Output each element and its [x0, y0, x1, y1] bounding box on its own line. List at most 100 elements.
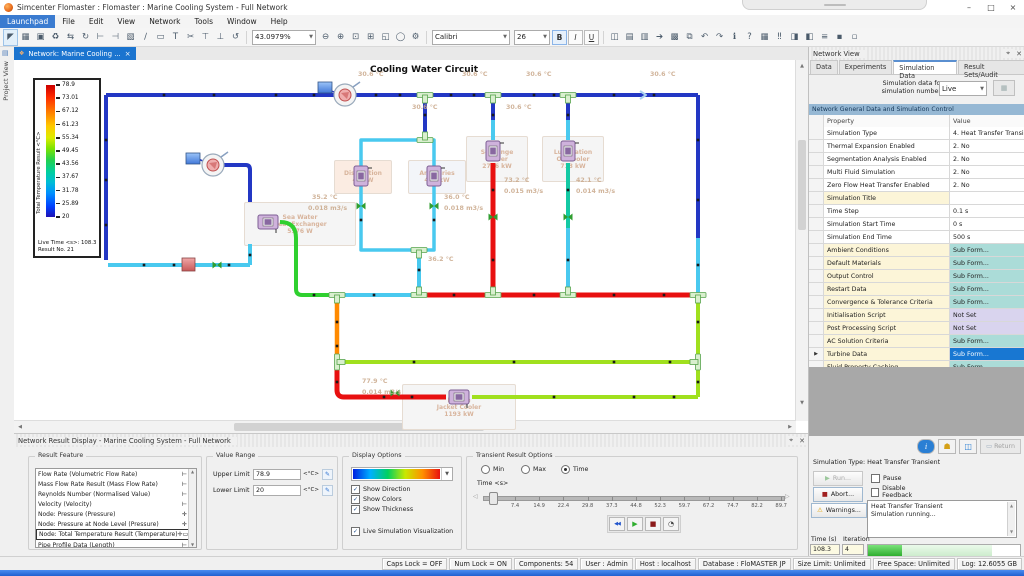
property-cell[interactable]: Simulation Type [824, 127, 950, 139]
tab-close-icon[interactable]: × [125, 50, 131, 58]
simulation-feedback-box[interactable]: Heat Transfer Transient Simulation runni… [867, 500, 1017, 538]
pin-icon[interactable]: ⌖ [786, 436, 796, 445]
menu-item[interactable]: File [55, 15, 82, 28]
time-slider-track[interactable] [483, 496, 785, 501]
pipe-network-diagram[interactable] [14, 60, 796, 421]
property-row[interactable]: Ambient Conditions Sub Form... [809, 244, 1024, 257]
feedback-scrollbar[interactable]: ▲▼ [1007, 502, 1015, 536]
network-canvas[interactable]: Cooling Water Circuit Dissipation44 kW A… [14, 60, 808, 433]
menu-item[interactable]: Edit [82, 15, 111, 28]
value-cell[interactable]: 2. No [950, 140, 1024, 152]
result-feature-item[interactable]: Reynolds Number (Normalised Value) ⊢ [36, 489, 196, 499]
property-row[interactable]: AC Solution Criteria Sub Form... [809, 335, 1024, 348]
value-cell[interactable]: 2. No [950, 179, 1024, 191]
menu-item[interactable]: Network [142, 15, 187, 28]
property-row[interactable]: Simulation Title [809, 192, 1024, 205]
value-cell[interactable] [950, 192, 1024, 204]
save-results-button[interactable]: ◫ [959, 439, 977, 454]
simulation-number-combo[interactable]: Live▼ [939, 81, 987, 96]
list-scrollbar[interactable]: ▲▼ [188, 469, 196, 547]
value-cell[interactable]: Not Set [950, 322, 1024, 334]
iteration-value-field[interactable]: 4 [842, 544, 864, 555]
live-simulation-checkbox[interactable]: ✓ Live Simulation Visualization [351, 527, 453, 536]
result-feature-item[interactable]: Node: Total Temperature Result (Temperat… [36, 529, 196, 540]
property-cell[interactable]: Time Step [824, 205, 950, 217]
result-feature-item[interactable]: Pipe Profile Data (Length) ⊢ [36, 540, 196, 548]
maximize-button[interactable]: □ [980, 1, 1002, 15]
property-cell[interactable]: AC Solution Criteria [824, 335, 950, 347]
value-cell[interactable]: 4. Heat Transfer Transient [950, 127, 1024, 139]
value-cell[interactable]: Sub Form... [950, 348, 1024, 360]
value-cell[interactable]: 500 s [950, 231, 1024, 243]
abort-button[interactable]: ■Abort... [813, 487, 863, 502]
property-row[interactable]: Simulation Type 4. Heat Transfer Transie… [809, 127, 1024, 140]
menu-item[interactable]: Tools [188, 15, 220, 28]
property-row[interactable]: Multi Fluid Simulation 2. No [809, 166, 1024, 179]
value-cell[interactable]: Sub Form... [950, 283, 1024, 295]
bold-button[interactable]: B [552, 30, 567, 45]
floating-overlay-handle[interactable] [742, 0, 927, 10]
property-row[interactable]: Zero Flow Heat Transfer Enabled 2. No [809, 179, 1024, 192]
property-row[interactable]: ▶ Turbine Data Sub Form... [809, 348, 1024, 361]
close-button[interactable]: × [1002, 1, 1024, 15]
value-cell[interactable]: 2. No [950, 153, 1024, 165]
property-row[interactable]: Default Materials Sub Form... [809, 257, 1024, 270]
font-name-combo[interactable]: Calibri▼ [432, 30, 510, 45]
value-cell[interactable]: Sub Form... [950, 257, 1024, 269]
result-feature-item[interactable]: Node: Pressure (Pressure) ✛ [36, 509, 196, 519]
return-button[interactable]: ▭Return [980, 439, 1021, 454]
underline-button[interactable]: U [584, 30, 599, 45]
pin-icon[interactable]: ⌖ [1003, 49, 1013, 58]
zoom-level-combo[interactable]: 43.0979%▼ [252, 30, 316, 45]
property-cell[interactable]: Turbine Data [824, 348, 950, 360]
value-cell[interactable]: Sub Form... [950, 335, 1024, 347]
property-cell[interactable]: Initialisation Script [824, 309, 950, 321]
network-view-tab[interactable]: Data [810, 60, 838, 74]
play-button[interactable]: ▶ [627, 517, 643, 531]
menu-item[interactable]: View [110, 15, 142, 28]
result-feature-item[interactable]: Velocity (Velocity) ⊢ [36, 499, 196, 509]
slider-right-icon[interactable]: ▷ [785, 493, 790, 500]
feedback-icon-button[interactable]: ☗ [938, 439, 956, 454]
minimize-button[interactable]: – [958, 1, 980, 15]
stop-button[interactable]: ■ [645, 517, 661, 531]
network-view-tab[interactable]: Result Sets/Audit [958, 60, 1024, 74]
scroll-up-icon[interactable]: ▲ [796, 60, 808, 72]
property-cell[interactable]: Output Control [824, 270, 950, 282]
scroll-right-icon[interactable]: ▶ [784, 421, 796, 433]
menu-item[interactable]: Launchpad [0, 15, 55, 28]
property-cell[interactable]: Segmentation Analysis Enabled [824, 153, 950, 165]
property-row[interactable]: Convergence & Tolerance Criteria Sub For… [809, 296, 1024, 309]
property-row[interactable]: Thermal Expansion Enabled 2. No [809, 140, 1024, 153]
value-cell[interactable]: 2. No [950, 166, 1024, 178]
property-cell[interactable]: Multi Fluid Simulation [824, 166, 950, 178]
property-row[interactable]: Simulation End Time 500 s [809, 231, 1024, 244]
scroll-left-icon[interactable]: ◀ [14, 421, 26, 433]
panel-close-icon[interactable]: ✕ [796, 437, 808, 445]
network-document-tab[interactable]: ❖ Network: Marine Cooling ... × [14, 47, 136, 60]
network-view-tab[interactable]: Experiments [839, 60, 893, 74]
value-cell[interactable]: 0 s [950, 218, 1024, 230]
menu-item[interactable]: Window [220, 15, 264, 28]
display-option-checkbox[interactable]: ✓Show Direction [351, 485, 410, 494]
property-cell[interactable]: Convergence & Tolerance Criteria [824, 296, 950, 308]
property-row[interactable]: Simulation Start Time 0 s [809, 218, 1024, 231]
upper-limit-field[interactable]: 78.9 [253, 469, 301, 480]
property-row[interactable]: Restart Data Sub Form... [809, 283, 1024, 296]
edit-unit-icon[interactable]: ✎ [322, 485, 333, 496]
color-scheme-dropdown[interactable]: ▼ [351, 467, 453, 481]
scroll-down-icon[interactable]: ▼ [796, 397, 808, 409]
property-cell[interactable]: Thermal Expansion Enabled [824, 140, 950, 152]
disable-feedback-checkbox[interactable]: Disable Feedback [871, 485, 931, 499]
property-cell[interactable]: Simulation Start Time [824, 218, 950, 230]
property-row[interactable]: Output Control Sub Form... [809, 270, 1024, 283]
property-cell[interactable]: Post Processing Script [824, 322, 950, 334]
property-cell[interactable]: Default Materials [824, 257, 950, 269]
value-cell[interactable]: Not Set [950, 309, 1024, 321]
result-feature-item[interactable]: Node: Pressure at Node Level (Pressure) … [36, 519, 196, 529]
italic-button[interactable]: I [568, 30, 583, 45]
info-icon-button[interactable]: i [917, 439, 935, 454]
display-option-checkbox[interactable]: ✓Show Colors [351, 495, 402, 504]
value-cell[interactable]: Sub Form... [950, 244, 1024, 256]
result-feature-item[interactable]: Flow Rate (Volumetric Flow Rate) ⊢ [36, 469, 196, 479]
